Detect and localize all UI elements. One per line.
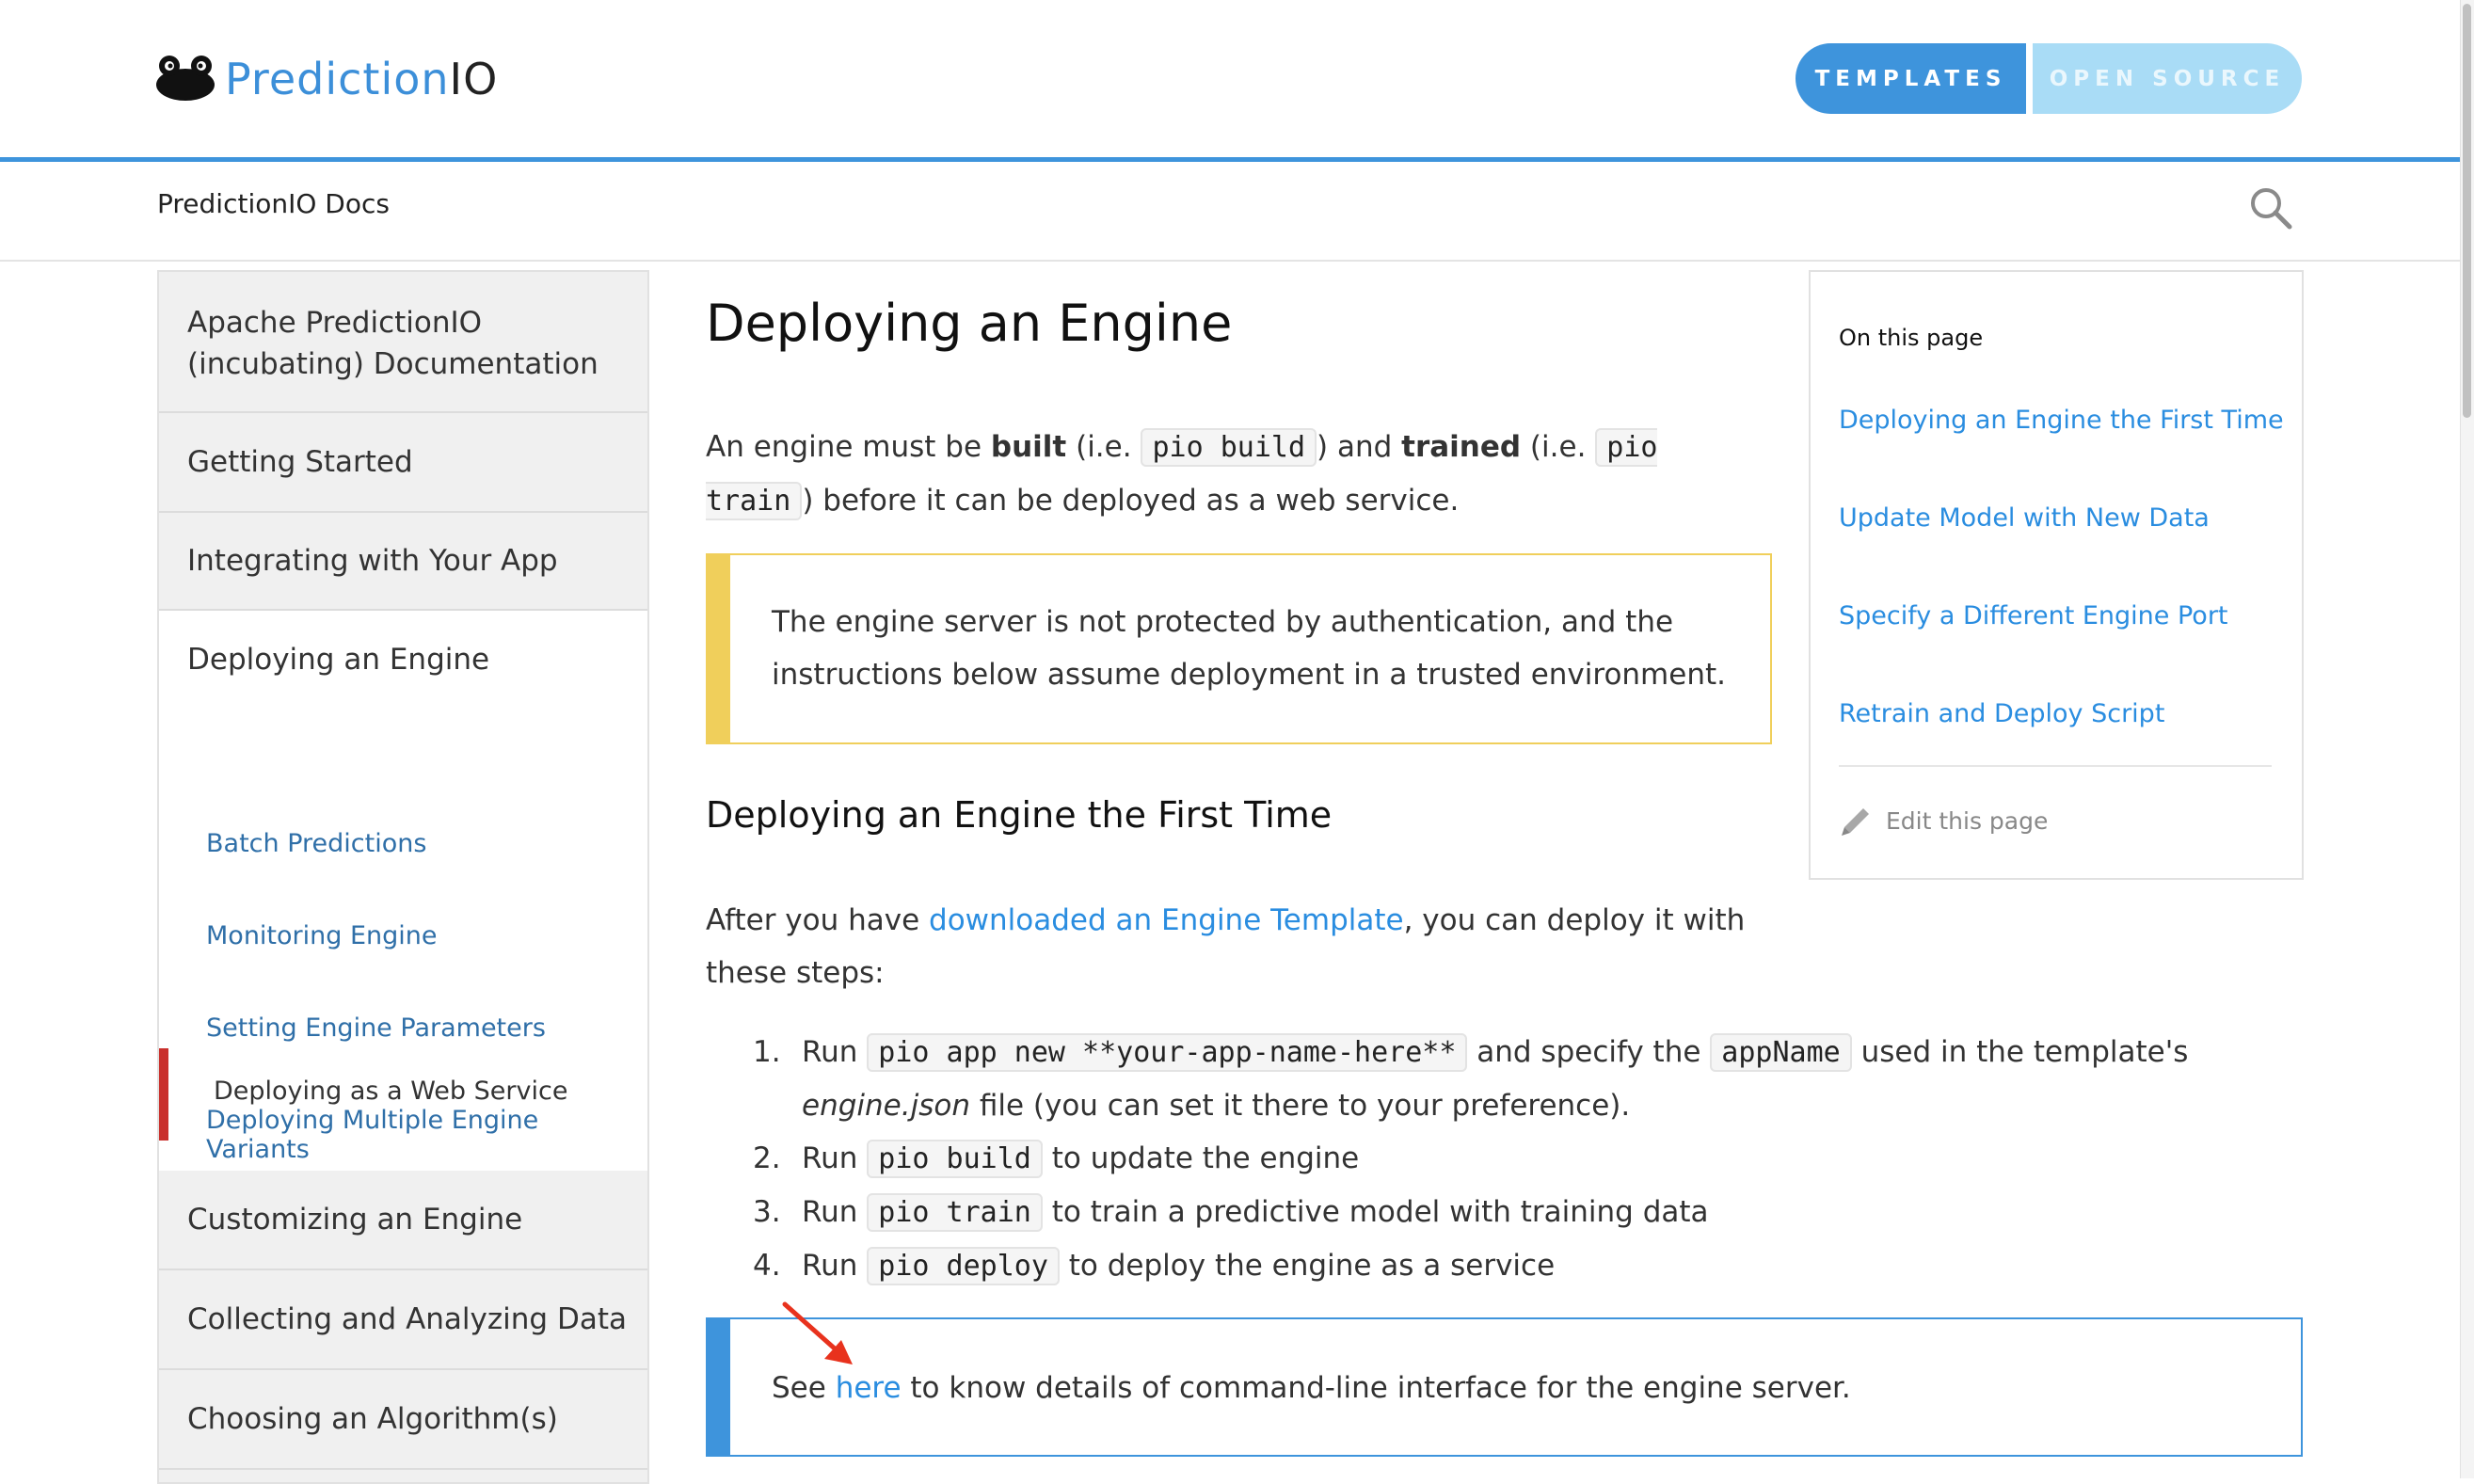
- search-icon[interactable]: [2249, 186, 2292, 230]
- code-pio-app-new: pio app new **your-app-name-here**: [867, 1033, 1468, 1072]
- scrollbar-thumb[interactable]: [2463, 4, 2471, 418]
- sidebar-item-getting-started[interactable]: Getting Started: [159, 413, 647, 513]
- brand-name[interactable]: PredictionIO: [225, 53, 498, 105]
- docs-home-link[interactable]: PredictionIO Docs: [157, 188, 390, 219]
- step-text: Run: [802, 1035, 868, 1069]
- templates-button[interactable]: TEMPLATES: [1796, 43, 2026, 114]
- sidebar-subitem-variants[interactable]: Deploying Multiple Engine Variants: [206, 1106, 647, 1164]
- intro-text: (i.e.: [1521, 430, 1596, 464]
- page-title: Deploying an Engine: [706, 294, 1233, 353]
- code-appname: appName: [1710, 1033, 1852, 1072]
- sidebar-subitem-web-service[interactable]: Deploying as a Web Service: [214, 1077, 567, 1106]
- step-text: Run: [802, 1195, 868, 1229]
- warning-callout: The engine server is not protected by au…: [706, 553, 1772, 744]
- open-source-button[interactable]: OPEN SOURCE: [2033, 43, 2302, 114]
- step-text: used in the template's: [1851, 1035, 2189, 1069]
- code-pio-deploy: pio deploy: [867, 1247, 1060, 1285]
- toc-link-retrain-script[interactable]: Retrain and Deploy Script: [1839, 699, 2164, 728]
- sidebar-subitem-parameters[interactable]: Setting Engine Parameters: [206, 1013, 546, 1043]
- toc-title: On this page: [1839, 325, 1984, 351]
- info-text-part: to know details of command-line interfac…: [901, 1371, 1851, 1405]
- toc-link-engine-port[interactable]: Specify a Different Engine Port: [1839, 601, 2228, 630]
- step-text: to deploy the engine as a service: [1059, 1249, 1556, 1283]
- steps-list: 1. Run pio app new **your-app-name-here*…: [753, 1026, 2306, 1293]
- intro-paragraph: An engine must be built (i.e. pio build)…: [706, 421, 1769, 528]
- brand-part-io: IO: [449, 54, 499, 104]
- step-text: to update the engine: [1042, 1141, 1360, 1175]
- toc-divider: [1839, 765, 2272, 767]
- edit-page-label: Edit this page: [1886, 806, 2049, 835]
- list-item: 2. Run pio build to update the engine: [753, 1132, 2306, 1186]
- sidebar-item-customizing[interactable]: Customizing an Engine: [159, 1171, 647, 1270]
- info-callout: See here to know details of command-line…: [706, 1317, 2303, 1457]
- step-text: and specify the: [1467, 1035, 1711, 1069]
- step-number: 3.: [753, 1195, 781, 1229]
- list-item: 1. Run pio app new **your-app-name-here*…: [753, 1026, 2306, 1132]
- code-pio-build: pio build: [1141, 428, 1317, 467]
- intro-text: (i.e.: [1066, 430, 1141, 464]
- sidebar-subitem-monitoring[interactable]: Monitoring Engine: [206, 921, 438, 950]
- sidebar-item-algorithms[interactable]: Choosing an Algorithm(s): [159, 1370, 647, 1470]
- intro-trained: trained: [1401, 430, 1522, 464]
- on-this-page-panel: On this page Deploying an Engine the Fir…: [1809, 270, 2304, 880]
- step-number: 1.: [753, 1035, 781, 1069]
- top-header: PredictionIO TEMPLATES OPEN SOURCE: [0, 0, 2474, 157]
- intro-text: ) and: [1317, 430, 1402, 464]
- sidebar-item-documentation[interactable]: Apache PredictionIO (incubating) Documen…: [159, 272, 647, 413]
- sidebar-active-section: Deploying an Engine Deploying as a Web S…: [159, 611, 647, 1171]
- sidebar-item-deploying-engine[interactable]: Deploying an Engine: [187, 643, 489, 677]
- toc-link-update-model[interactable]: Update Model with New Data: [1839, 503, 2210, 533]
- brand-part-prediction: Prediction: [225, 54, 450, 104]
- intro-text: An engine must be: [706, 430, 991, 464]
- step-number: 2.: [753, 1141, 781, 1175]
- red-arrow-icon: [782, 1301, 853, 1364]
- list-item: 3. Run pio train to train a predictive m…: [753, 1186, 2306, 1239]
- code-pio-build: pio build: [867, 1140, 1043, 1178]
- step-number: 4.: [753, 1249, 781, 1283]
- sidebar-item-integrating[interactable]: Integrating with Your App: [159, 513, 647, 611]
- step-text: file (you can set it there to your prefe…: [969, 1089, 1631, 1123]
- intro-built: built: [990, 430, 1067, 464]
- toc-link-first-time[interactable]: Deploying an Engine the First Time: [1839, 406, 2284, 435]
- step-text: Run: [802, 1249, 868, 1283]
- edit-page-link[interactable]: Edit this page: [1839, 803, 2048, 838]
- code-pio-train: pio train: [867, 1193, 1043, 1232]
- sidebar-nav: Apache PredictionIO (incubating) Documen…: [157, 270, 649, 1484]
- step-text: to train a predictive model with trainin…: [1042, 1195, 1709, 1229]
- step-em: engine.json: [802, 1089, 970, 1123]
- warning-text: The engine server is not protected by au…: [772, 605, 1726, 692]
- intro-text: ) before it can be deployed as a web ser…: [802, 484, 1460, 518]
- after-paragraph: After you have downloaded an Engine Temp…: [706, 894, 1769, 999]
- here-link[interactable]: here: [836, 1371, 902, 1405]
- pencil-icon: [1842, 808, 1869, 836]
- info-text-part: See: [772, 1371, 836, 1405]
- after-text: After you have: [706, 903, 930, 937]
- logo-frog-icon[interactable]: [155, 55, 216, 102]
- sidebar-subitem-batch-predictions[interactable]: Batch Predictions: [206, 829, 426, 858]
- warning-bar: [708, 555, 730, 742]
- info-bar: [708, 1319, 730, 1455]
- sidebar-item-collecting-data[interactable]: Collecting and Analyzing Data: [159, 1270, 647, 1370]
- section-heading: Deploying an Engine the First Time: [706, 794, 1333, 836]
- step-text: Run: [802, 1141, 868, 1175]
- active-page-marker: [159, 1048, 168, 1141]
- list-item: 4. Run pio deploy to deploy the engine a…: [753, 1239, 2306, 1293]
- engine-template-link[interactable]: downloaded an Engine Template: [929, 903, 1404, 937]
- info-text: See here to know details of command-line…: [772, 1362, 1851, 1414]
